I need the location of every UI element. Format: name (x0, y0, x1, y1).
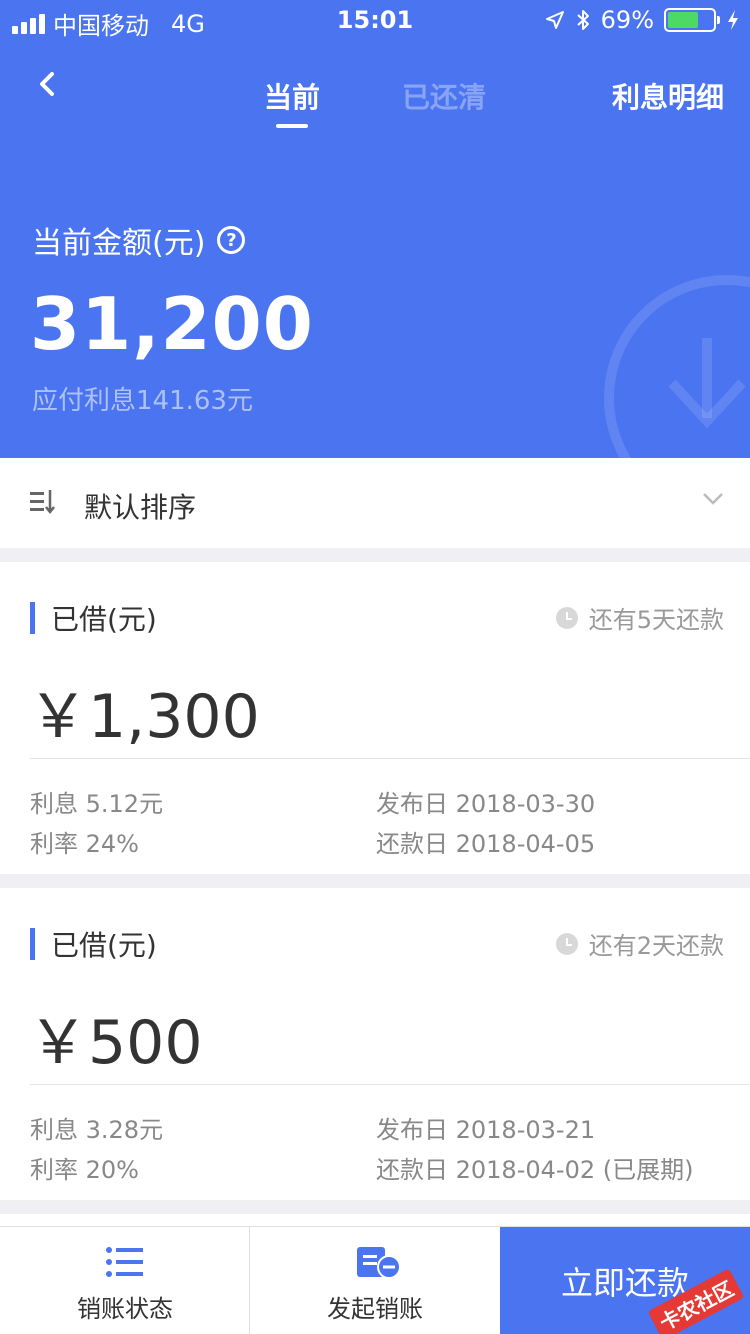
loan-title: 已借(元) (51, 929, 157, 962)
header: 中国移动 4G 15:01 69% 当前 已还清 利息明细 当前金额(元) ? … (0, 0, 750, 458)
current-amount-label: 当前金额(元) ? (32, 218, 246, 262)
loan-amount: ￥1,300 (28, 682, 260, 752)
loan-rate: 利率 20% (30, 1156, 139, 1184)
write-off-status-label: 销账状态 (77, 1295, 173, 1323)
charging-icon (728, 10, 738, 30)
card-divider (30, 758, 750, 759)
sort-label: 默认排序 (84, 491, 197, 524)
loan-amount: ￥500 (28, 1008, 203, 1078)
loan-repay-date: 还款日 2018-04-02 (已展期) (376, 1156, 694, 1184)
loan-card[interactable]: 已借(元) 还有2天还款 ￥500 利息 3.28元 利率 20% 发布日 20… (0, 888, 750, 1200)
tab-current[interactable]: 当前 (264, 76, 320, 128)
help-icon[interactable]: ? (217, 226, 246, 254)
tab-cleared[interactable]: 已还清 (402, 76, 486, 116)
list-icon (106, 1247, 143, 1277)
download-watermark-icon (604, 275, 750, 458)
back-icon[interactable] (28, 64, 68, 104)
bluetooth-icon (576, 10, 589, 30)
pay-now-button[interactable]: 立即还款 卡农社区 (500, 1227, 750, 1334)
current-amount-label-text: 当前金额(元) (32, 226, 206, 261)
pay-now-label: 立即还款 (560, 1264, 689, 1302)
battery-percent: 69% (600, 6, 654, 34)
sort-dropdown[interactable]: 默认排序 (0, 458, 750, 548)
interest-detail-link[interactable]: 利息明细 (612, 76, 724, 116)
status-bar: 中国移动 4G 15:01 69% (0, 0, 750, 40)
loan-issue-date: 发布日 2018-03-21 (376, 1116, 596, 1144)
initiate-write-off-button[interactable]: 发起销账 (250, 1227, 500, 1334)
card-accent-bar (30, 928, 35, 960)
interest-due: 应付利息141.63元 (32, 386, 253, 416)
bottom-action-bar: 销账状态 发起销账 立即还款 卡农社区 (0, 1226, 750, 1334)
due-countdown: 还有5天还款 (588, 606, 724, 634)
loan-title: 已借(元) (51, 603, 157, 636)
loan-issue-date: 发布日 2018-03-30 (376, 790, 596, 818)
nav-bar: 当前 已还清 利息明细 (0, 60, 750, 130)
clock-icon (555, 606, 578, 629)
battery-icon (664, 8, 720, 32)
card-accent-bar (30, 602, 35, 634)
sort-icon (30, 490, 55, 514)
loan-rate: 利率 24% (30, 830, 139, 858)
loan-interest: 利息 5.12元 (30, 790, 164, 818)
current-amount-value: 31,200 (30, 282, 314, 366)
loan-card[interactable]: 已借(元) 还有5天还款 ￥1,300 利息 5.12元 利率 24% 发布日 … (0, 562, 750, 874)
due-countdown: 还有2天还款 (588, 932, 724, 960)
chevron-down-icon (703, 493, 723, 505)
loan-interest: 利息 3.28元 (30, 1116, 164, 1144)
document-minus-icon (357, 1247, 401, 1279)
loan-repay-date: 还款日 2018-04-05 (376, 830, 596, 858)
location-icon (545, 11, 564, 29)
battery-fill (668, 12, 699, 28)
write-off-status-button[interactable]: 销账状态 (0, 1227, 250, 1334)
clock-icon (555, 932, 578, 955)
card-divider (30, 1084, 750, 1085)
initiate-write-off-label: 发起销账 (327, 1295, 423, 1323)
